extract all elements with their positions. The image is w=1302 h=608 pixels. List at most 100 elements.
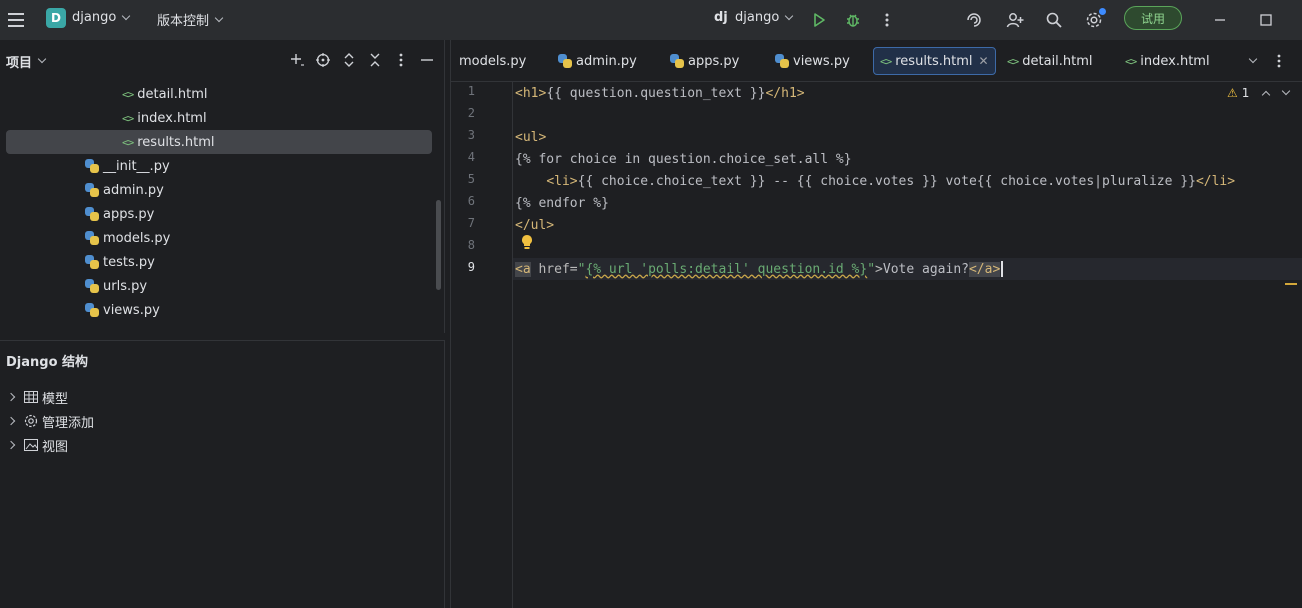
line-number: 1 <box>467 84 475 98</box>
chevron-down-icon[interactable] <box>1282 86 1291 96</box>
collapse-all-icon[interactable] <box>365 50 385 70</box>
maximize-button[interactable] <box>1254 8 1278 32</box>
html-file-icon: <> <box>1125 54 1137 68</box>
line-number-current: 9 <box>467 260 475 274</box>
chevron-up-icon[interactable] <box>1262 90 1271 100</box>
code-line-7[interactable]: </ul> <box>515 214 554 236</box>
new-file-icon[interactable] <box>287 50 307 70</box>
warning-icon: ⚠ <box>1227 86 1238 100</box>
project-panel: 项目 <> detail.html <> index.html <> resul… <box>0 40 445 333</box>
tab-index-html[interactable]: <> index.html <box>1119 47 1216 75</box>
tab-views-py[interactable]: views.py <box>769 47 856 75</box>
html-file-icon: <> <box>880 54 892 68</box>
tab-label: index.html <box>1140 53 1210 69</box>
ai-assistant-button[interactable] <box>962 8 986 32</box>
locate-file-icon[interactable] <box>313 50 333 70</box>
chevron-down-icon <box>1248 54 1258 64</box>
close-icon[interactable]: ✕ <box>979 54 989 68</box>
chevron-down-icon <box>122 11 131 20</box>
debug-icon <box>847 14 859 27</box>
run-config-selector[interactable]: django <box>735 10 794 25</box>
structure-item-models[interactable]: 模型 <box>6 387 68 407</box>
structure-item-admin[interactable]: 管理添加 <box>6 411 95 431</box>
tree-item-index-html[interactable]: <> index.html <box>122 106 207 130</box>
project-switcher[interactable]: django <box>72 10 131 25</box>
tab-label: models.py <box>459 53 527 69</box>
hide-panel-icon[interactable] <box>417 50 437 70</box>
tab-models-py[interactable]: models.py <box>453 47 532 75</box>
line-number: 6 <box>467 194 475 208</box>
code-line-1[interactable]: <h1>{{ question.question_text }} </h1> <box>515 82 805 104</box>
python-file-icon <box>775 54 789 68</box>
structure-item-views[interactable]: 视图 <box>6 435 68 455</box>
project-scrollbar[interactable] <box>436 200 441 290</box>
python-file-icon <box>85 279 99 293</box>
tree-item-admin-py[interactable]: admin.py <box>85 178 164 202</box>
line-number-gutter: 1 2 3 4 5 6 7 8 9 <box>451 82 513 608</box>
tab-apps-py[interactable]: apps.py <box>664 47 745 75</box>
minimize-button[interactable] <box>1208 8 1232 32</box>
run-config-label: django <box>735 10 780 25</box>
tree-item-views-py[interactable]: views.py <box>85 298 160 322</box>
line-number: 4 <box>467 150 475 164</box>
tree-item-apps-py[interactable]: apps.py <box>85 202 154 226</box>
search-button[interactable] <box>1042 8 1066 32</box>
search-icon <box>1046 12 1062 28</box>
tab-results-html[interactable]: <> results.html ✕ <box>873 47 996 75</box>
chevron-down-icon[interactable] <box>37 54 47 64</box>
vcs-label: 版本控制 <box>157 14 210 29</box>
tree-item-label: tests.py <box>103 254 155 270</box>
python-file-icon <box>85 231 99 245</box>
code-line-6[interactable]: {% endfor %} <box>515 192 609 214</box>
tree-item-label: models.py <box>103 230 171 246</box>
html-file-icon: <> <box>122 87 134 101</box>
tab-label: admin.py <box>576 53 637 69</box>
warning-stripe-marker[interactable] <box>1285 283 1297 285</box>
trial-button[interactable]: 试用 <box>1124 6 1182 30</box>
tree-item-tests-py[interactable]: tests.py <box>85 250 155 274</box>
tab-detail-html[interactable]: <> detail.html <box>1001 47 1099 75</box>
add-user-icon <box>1006 13 1024 28</box>
more-button[interactable] <box>875 8 899 32</box>
tree-item-urls-py[interactable]: urls.py <box>85 274 147 298</box>
html-file-icon: <> <box>122 111 134 125</box>
chevron-right-icon[interactable] <box>6 440 16 450</box>
options-icon[interactable] <box>391 50 411 70</box>
warning-count: 1 <box>1241 86 1250 100</box>
expand-all-icon[interactable] <box>339 50 359 70</box>
chevron-right-icon[interactable] <box>6 392 16 402</box>
tree-item-models-py[interactable]: models.py <box>85 226 170 250</box>
line-number: 3 <box>467 128 475 142</box>
tab-admin-py[interactable]: admin.py <box>552 47 643 75</box>
code-line-3[interactable]: <ul> <box>515 126 546 148</box>
code-line-9[interactable]: <a href= " {% url 'polls:detail' question.… <box>515 258 1004 280</box>
tree-item-label: detail.html <box>137 86 208 102</box>
settings-button[interactable] <box>1082 8 1106 32</box>
project-panel-title[interactable]: 项目 <box>6 52 32 71</box>
tab-list-button[interactable] <box>1241 49 1265 73</box>
tree-item-results-html[interactable]: <> results.html <box>6 130 432 154</box>
main-menu-icon[interactable] <box>4 8 28 32</box>
tree-item-init-py[interactable]: __init__.py <box>85 154 170 178</box>
code-line-4[interactable]: {% for choice in question.choice_set.all… <box>515 148 852 170</box>
line-number: 2 <box>467 106 475 120</box>
django-run-icon: dj <box>714 10 728 25</box>
tab-label: views.py <box>793 53 850 69</box>
run-button[interactable] <box>807 8 831 32</box>
vcs-menu[interactable]: 版本控制 <box>157 10 224 29</box>
debug-button[interactable] <box>841 8 865 32</box>
project-badge[interactable]: D <box>46 8 66 28</box>
add-user-button[interactable] <box>1003 8 1027 32</box>
tab-options-button[interactable] <box>1267 49 1291 73</box>
ai-assistant-icon <box>967 13 981 27</box>
intention-bulb-icon[interactable] <box>521 234 533 254</box>
tab-label: results.html <box>895 53 973 69</box>
tree-item-label: views.py <box>103 302 160 318</box>
inspection-widget[interactable]: ⚠ 1 <box>1227 86 1291 100</box>
chevron-right-icon[interactable] <box>6 416 16 426</box>
structure-item-label: 管理添加 <box>42 415 95 431</box>
chevron-down-icon <box>785 11 794 20</box>
tree-item-detail-html[interactable]: <> detail.html <box>122 82 208 106</box>
gear-icon <box>24 414 38 428</box>
code-line-5[interactable]: <li>{{ choice.choice_text }} -- {{ choic… <box>515 170 1235 192</box>
